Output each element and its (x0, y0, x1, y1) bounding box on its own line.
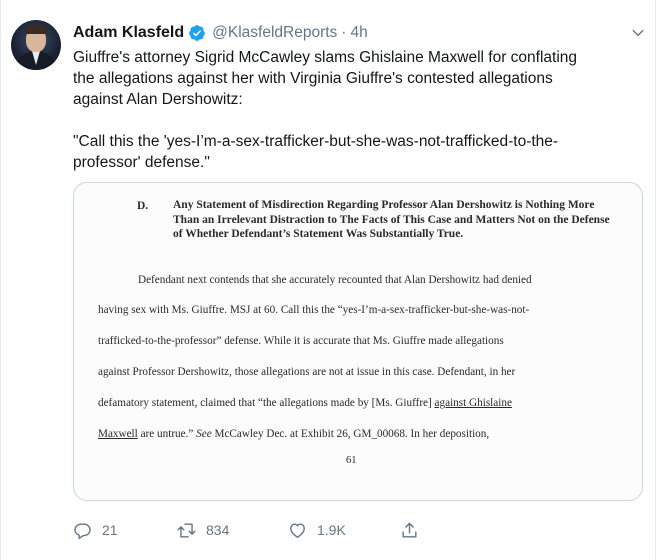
document-line: defamatory statement, claimed that “the … (98, 397, 512, 409)
like-button[interactable]: 1.9K (288, 518, 346, 542)
document-line: having sex with Ms. Giuffre. MSJ at 60. … (98, 304, 530, 316)
document-line: against Professor Dershowitz, those alle… (98, 366, 516, 378)
author-handle[interactable]: @KlasfeldReports (212, 24, 337, 42)
reply-button[interactable]: 21 (73, 518, 118, 542)
like-count: 1.9K (317, 522, 346, 538)
tweet-text: Giuffre's attorney Sigrid McCawley slams… (73, 47, 643, 173)
retweet-button[interactable]: 834 (177, 518, 229, 542)
tweet-quote-line: professor' defense." (73, 154, 210, 171)
like-icon (290, 522, 305, 538)
caret-down-icon[interactable] (631, 26, 645, 40)
header-separator: · (341, 24, 347, 41)
document-line: Maxwell are untrue.” See McCawley Dec. a… (98, 428, 490, 440)
tweet-timestamp[interactable]: 4h (350, 24, 367, 42)
share-button[interactable] (400, 518, 429, 542)
timeline-right-border (655, 0, 656, 560)
share-icon (402, 522, 417, 538)
document-section-letter: D. (137, 200, 149, 212)
tweet-text-line: the allegations against her with Virgini… (73, 70, 553, 87)
verified-badge-icon (188, 24, 206, 42)
tweet-header: Adam Klasfeld @KlasfeldReports · 4h (73, 23, 368, 43)
tweet-quote-line: "Call this the 'yes-I’m-a-sex-trafficker… (73, 133, 559, 150)
tweet-text-line: against Alan Dershowitz: (73, 91, 243, 108)
reply-count: 21 (102, 522, 118, 538)
retweet-count: 834 (206, 522, 230, 538)
document-line: trafficked-to-the-professor” defense. Wh… (98, 335, 504, 347)
retweet-icon (177, 522, 196, 538)
tweet-actions: 21 834 1.9K (73, 518, 503, 542)
author-name[interactable]: Adam Klasfeld (73, 24, 184, 42)
tweet[interactable]: Adam Klasfeld @KlasfeldReports · 4h Giuf… (0, 0, 655, 560)
reply-icon (74, 522, 91, 539)
document-page: D. Any Statement of Misdirection Regardi… (74, 183, 642, 500)
document-line: Defendant next contends that she accurat… (138, 274, 532, 286)
document-page-number: 61 (346, 455, 357, 466)
avatar[interactable] (11, 20, 61, 70)
tweet-text-line: Giuffre's attorney Sigrid McCawley slams… (73, 49, 578, 66)
document-section-title: Any Statement of Misdirection Regarding … (173, 199, 610, 240)
media-image-document[interactable]: D. Any Statement of Misdirection Regardi… (73, 182, 643, 501)
